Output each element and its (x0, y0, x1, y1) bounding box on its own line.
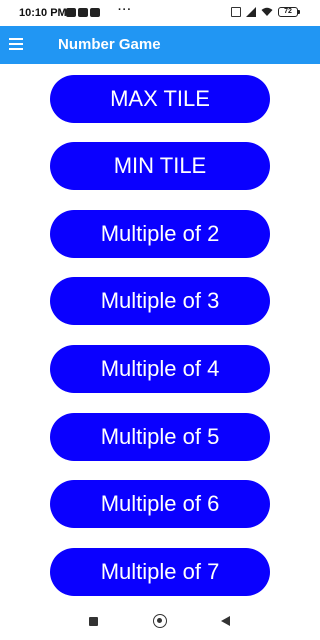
status-bar: 10:10 PM ··· 72 (0, 0, 320, 26)
multiple-of-5-button[interactable]: Multiple of 5 (50, 413, 270, 461)
wifi-icon (261, 7, 273, 17)
battery-icon: 72 (278, 7, 300, 17)
recents-square-icon[interactable] (89, 617, 98, 626)
notification-icon (66, 8, 76, 17)
back-triangle-icon[interactable] (221, 616, 230, 626)
notification-icon (90, 8, 100, 17)
multiple-of-3-button[interactable]: Multiple of 3 (50, 277, 270, 325)
app-title: Number Game (58, 36, 161, 53)
status-indicators: 72 (231, 7, 300, 17)
multiple-of-2-button[interactable]: Multiple of 2 (50, 210, 270, 258)
multiple-of-7-button[interactable]: Multiple of 7 (50, 548, 270, 596)
status-time: 10:10 PM (19, 7, 67, 19)
app-bar: Number Game (0, 26, 320, 64)
signal-icon (246, 7, 256, 17)
sim-icon (231, 7, 241, 17)
home-circle-icon[interactable] (153, 614, 167, 628)
more-notifications-icon: ··· (118, 4, 132, 16)
notification-icons (66, 8, 100, 17)
max-tile-button[interactable]: MAX TILE (50, 75, 270, 123)
hamburger-menu-icon[interactable] (9, 38, 23, 50)
multiple-of-6-button[interactable]: Multiple of 6 (50, 480, 270, 528)
button-list: MAX TILE MIN TILE Multiple of 2 Multiple… (0, 64, 320, 604)
notification-icon (78, 8, 88, 17)
min-tile-button[interactable]: MIN TILE (50, 142, 270, 190)
navigation-bar (0, 604, 320, 640)
battery-level: 72 (278, 7, 298, 17)
multiple-of-4-button[interactable]: Multiple of 4 (50, 345, 270, 393)
